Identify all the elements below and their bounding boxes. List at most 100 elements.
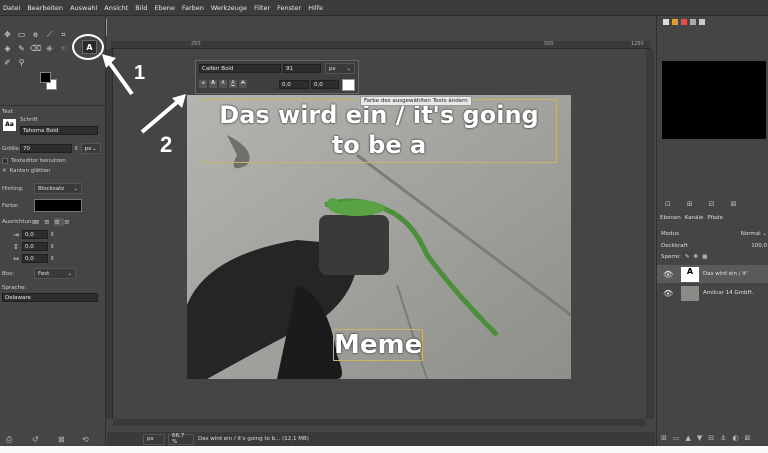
bold-icon[interactable]: A — [209, 80, 217, 88]
opacity-field[interactable]: 100,0 — [751, 243, 767, 249]
hinting-select[interactable]: Blocksatz ⌄ — [34, 183, 82, 194]
letter-spacing-input[interactable]: 0,0 — [22, 254, 48, 263]
lock-position-icon[interactable]: ✥ — [694, 254, 699, 260]
font-preview-icon[interactable]: Aa — [3, 119, 16, 131]
indent-input[interactable]: 0,0 — [22, 230, 48, 239]
indent-stepper-icon[interactable]: ⇕ — [50, 232, 55, 238]
duplicate-icon[interactable]: ⊟ — [709, 200, 715, 208]
eye-icon[interactable]: 👁 — [663, 289, 681, 298]
menu-farben[interactable]: Farben — [182, 4, 204, 12]
smudge-icon[interactable]: ☜ — [58, 43, 69, 54]
size-input[interactable]: 70 — [20, 144, 72, 153]
strikethrough-icon[interactable]: A — [239, 80, 247, 88]
doc-tab-icon[interactable] — [699, 19, 705, 25]
delete-options-icon[interactable]: ⊠ — [58, 435, 65, 444]
clear-style-icon[interactable]: ◂ — [199, 80, 207, 88]
mask-icon[interactable]: ◐ — [732, 434, 738, 442]
mode-select[interactable]: Normal ⌄ — [741, 231, 767, 237]
menu-auswahl[interactable]: Auswahl — [70, 4, 97, 12]
antialias-row[interactable]: ✕ Kanten glätten — [2, 168, 50, 174]
zoom-select[interactable]: 66,7 % — [168, 433, 194, 445]
new-icon[interactable]: ⊞ — [687, 200, 693, 208]
menu-ebene[interactable]: Ebene — [154, 4, 174, 12]
edit-icon[interactable]: ⊡ — [665, 200, 671, 208]
overlay-font-field[interactable]: Calibri Bold — [199, 64, 281, 73]
size-unit-select[interactable]: px ⌄ — [80, 143, 101, 154]
kerning-field[interactable]: 0,0 — [311, 80, 339, 89]
menu-bild[interactable]: Bild — [135, 4, 147, 12]
gradient-tab-icon[interactable] — [681, 19, 687, 25]
move-tool-icon[interactable]: ✥ — [2, 29, 13, 40]
justify-center-icon[interactable]: ≡ — [54, 218, 64, 226]
reset-options-icon[interactable]: ⟲ — [82, 435, 89, 444]
lower-icon[interactable]: ▼ — [697, 434, 702, 442]
scrollbar-vertical[interactable] — [646, 49, 654, 419]
baseline-field[interactable]: 0,0 — [279, 80, 309, 89]
crop-icon[interactable]: ⌗ — [58, 29, 69, 40]
unit-select[interactable]: px — [143, 433, 165, 445]
font-field[interactable]: Tahoma Bold — [20, 126, 98, 135]
text-color-swatch-button[interactable] — [342, 79, 355, 91]
lock-alpha-icon[interactable]: ▦ — [702, 254, 707, 260]
letter-spacing-stepper-icon[interactable]: ⇕ — [50, 256, 55, 262]
layer-row-text[interactable]: 👁 A Das wird ein / it' — [657, 265, 768, 283]
new-group-icon[interactable]: ▭ — [673, 434, 680, 442]
save-options-icon[interactable]: ⎙ — [6, 435, 12, 445]
box-select[interactable]: Fest ⌄ — [34, 268, 76, 279]
bucket-icon[interactable]: ◈ — [2, 43, 13, 54]
menu-ansicht[interactable]: Ansicht — [104, 4, 128, 12]
tab-pfade[interactable]: Pfade — [707, 215, 723, 221]
eye-icon[interactable]: 👁 — [663, 270, 681, 279]
lasso-icon[interactable]: ɵ — [30, 29, 41, 40]
menu-fenster[interactable]: Fenster — [277, 4, 301, 12]
eraser-icon[interactable]: ⌫ — [30, 43, 41, 54]
italic-icon[interactable]: A — [219, 80, 227, 88]
menu-werkzeuge[interactable]: Werkzeuge — [211, 4, 247, 12]
restore-options-icon[interactable]: ↺ — [32, 435, 39, 444]
raise-icon[interactable]: ▲ — [686, 434, 691, 442]
paintbrush-icon[interactable]: ✎ — [16, 43, 27, 54]
delete-icon[interactable]: ⊠ — [731, 200, 737, 208]
menu-filter[interactable]: Filter — [254, 4, 270, 12]
menu-bearbeiten[interactable]: Bearbeiten — [27, 4, 63, 12]
image-canvas[interactable]: Das wird ein / it's going to be a Meme — [187, 95, 571, 379]
zoom-value: 66,7 % — [172, 433, 185, 445]
overlay-size-field[interactable]: 91 — [283, 64, 321, 73]
anchor-icon[interactable]: ⚓ — [720, 434, 726, 442]
tab-ebenen[interactable]: Ebenen — [660, 215, 681, 221]
pattern-tab-icon[interactable] — [672, 19, 678, 25]
underline-icon[interactable]: A — [229, 80, 237, 88]
scrollbar-horizontal[interactable] — [113, 419, 646, 426]
tab-kanaele[interactable]: Kanäle — [685, 215, 704, 221]
meme-bottom-text[interactable]: Meme — [333, 329, 423, 361]
use-editor-checkbox[interactable] — [2, 158, 8, 164]
new-layer-icon[interactable]: ⊞ — [661, 434, 667, 442]
annotation-arrow-1 — [102, 54, 134, 96]
rect-select-icon[interactable]: ▭ — [16, 29, 27, 40]
layer-row-photo[interactable]: 👁 Amilcar 14 GmbH. — [657, 284, 768, 302]
menu-datei[interactable]: Datei — [3, 4, 20, 12]
language-field[interactable]: Delaware — [2, 293, 98, 302]
font-tab-icon[interactable] — [690, 19, 696, 25]
size-stepper-icon[interactable]: ⇕ — [74, 146, 79, 152]
text-color-button[interactable] — [34, 199, 82, 212]
brush-tab-icon[interactable] — [663, 19, 669, 25]
duplicate-layer-icon[interactable]: ⊟ — [708, 434, 714, 442]
lock-pixels-icon[interactable]: ✎ — [685, 254, 690, 260]
zoom-icon[interactable]: ⚲ — [16, 57, 27, 68]
overlay-unit-select[interactable]: px ⌄ — [325, 63, 355, 74]
delete-layer-icon[interactable]: ⊠ — [745, 434, 751, 442]
line-spacing-input[interactable]: 0,0 — [22, 242, 48, 251]
line-spacing-stepper-icon[interactable]: ⇕ — [50, 244, 55, 250]
justify-left-icon[interactable]: ≡ — [34, 218, 44, 226]
menu-hilfe[interactable]: Hilfe — [308, 4, 323, 12]
fuzzy-select-icon[interactable]: ⟋ — [44, 29, 55, 40]
justify-fill-icon[interactable]: ≡ — [64, 218, 74, 226]
antialias-check-icon[interactable]: ✕ — [2, 168, 7, 174]
foreground-color-swatch-top[interactable] — [40, 72, 51, 83]
colorpicker-icon[interactable]: ✐ — [2, 57, 13, 68]
meme-top-text[interactable]: Das wird ein / it's going to be a — [201, 99, 557, 163]
use-editor-row[interactable]: Texteditor benutzen — [2, 158, 66, 164]
clone-icon[interactable]: ⎈ — [44, 43, 55, 54]
justify-right-icon[interactable]: ≡ — [44, 218, 54, 226]
